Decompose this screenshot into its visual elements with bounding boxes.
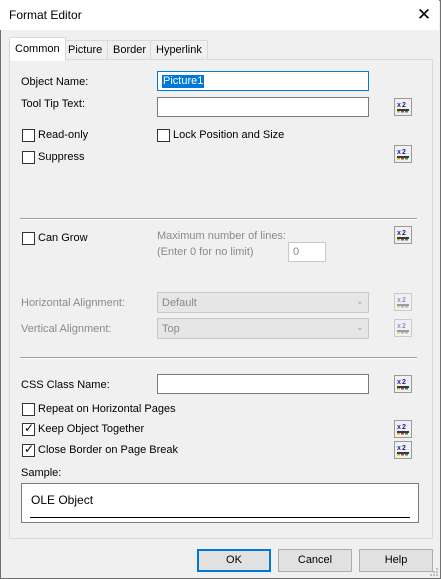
formula-x2-icon[interactable]: x2 [394, 98, 412, 116]
formula-x2-icon[interactable]: x2 [394, 441, 412, 459]
window-title: Format Editor [9, 8, 82, 22]
svg-text:x: x [397, 323, 401, 330]
sample-text: OLE Object [31, 493, 94, 507]
sample-label: Sample: [21, 467, 62, 479]
close-icon[interactable]: ✕ [409, 0, 439, 30]
tab-hyperlink[interactable]: Hyperlink [150, 40, 208, 60]
check-icon: ✓ [24, 421, 35, 435]
svg-text:x: x [397, 230, 401, 237]
formula-x2-icon: x2 [394, 319, 412, 337]
formula-x2-icon[interactable]: x2 [394, 375, 412, 393]
chevron-down-icon: ⌄ [355, 296, 364, 307]
ok-button-label: OK [226, 554, 242, 566]
max-lines-value: 0 [293, 246, 300, 258]
sample-preview: OLE Object [21, 483, 419, 523]
formula-x2-icon[interactable]: x2 [394, 226, 412, 244]
svg-text:x: x [397, 445, 401, 452]
h-align-value: Default [162, 297, 197, 309]
svg-text:2: 2 [402, 379, 406, 386]
tooltip-input[interactable] [157, 97, 369, 117]
lock-position-label: Lock Position and Size [173, 129, 285, 141]
repeat-label: Repeat on Horizontal Pages [38, 403, 176, 415]
can-grow-label: Can Grow [38, 232, 88, 244]
resize-grip-icon[interactable] [429, 567, 439, 577]
svg-text:x: x [397, 149, 401, 156]
svg-text:2: 2 [402, 230, 406, 237]
read-only-checkbox[interactable] [22, 129, 35, 142]
tab-picture-label: Picture [68, 44, 103, 56]
lock-position-checkbox[interactable] [157, 129, 170, 142]
svg-text:x: x [397, 102, 401, 109]
tab-border[interactable]: Border [107, 40, 153, 60]
css-class-label: CSS Class Name: [21, 379, 110, 391]
separator [20, 218, 417, 220]
svg-text:x: x [397, 379, 401, 386]
svg-text:2: 2 [402, 149, 406, 156]
tab-common-label: Common [15, 43, 60, 55]
svg-text:2: 2 [402, 102, 406, 109]
object-name-label: Object Name: [21, 76, 89, 88]
title-bar: Format Editor ✕ [0, 0, 439, 30]
v-align-select[interactable]: Top ⌄ [157, 318, 369, 339]
keep-together-label: Keep Object Together [38, 423, 145, 435]
check-icon: ✓ [24, 442, 35, 456]
object-name-value: Picture1 [162, 75, 205, 88]
help-button[interactable]: Help [359, 549, 433, 572]
max-lines-label: Maximum number of lines: [157, 230, 286, 242]
chevron-down-icon: ⌄ [355, 322, 364, 333]
close-border-label: Close Border on Page Break [38, 444, 179, 456]
repeat-checkbox[interactable] [22, 403, 35, 416]
tab-border-label: Border [113, 44, 147, 56]
svg-text:x: x [397, 297, 401, 304]
formula-x2-icon[interactable]: x2 [394, 420, 412, 438]
separator [20, 357, 417, 359]
max-lines-input[interactable]: 0 [288, 242, 326, 262]
v-align-label: Vertical Alignment: [21, 323, 112, 335]
suppress-label: Suppress [38, 151, 85, 163]
can-grow-checkbox[interactable] [22, 232, 35, 245]
formula-x2-icon: x2 [394, 293, 412, 311]
ok-button[interactable]: OK [197, 549, 271, 572]
cancel-button[interactable]: Cancel [278, 549, 352, 572]
svg-text:2: 2 [402, 424, 406, 431]
tooltip-label: Tool Tip Text: [21, 98, 85, 110]
svg-text:2: 2 [402, 297, 406, 304]
read-only-label: Read-only [38, 129, 89, 141]
h-align-select[interactable]: Default ⌄ [157, 292, 369, 313]
svg-text:2: 2 [402, 323, 406, 330]
close-border-checkbox[interactable]: ✓ [22, 442, 35, 457]
tab-picture[interactable]: Picture [62, 40, 109, 60]
v-align-value: Top [162, 323, 180, 335]
object-name-input[interactable]: Picture1 [157, 71, 369, 91]
svg-text:x: x [397, 424, 401, 431]
max-lines-hint: (Enter 0 for no limit) [157, 246, 254, 258]
sample-underline [30, 517, 410, 518]
tab-common[interactable]: Common [9, 37, 66, 61]
suppress-checkbox[interactable] [22, 151, 35, 164]
keep-together-checkbox[interactable]: ✓ [22, 421, 35, 436]
cancel-button-label: Cancel [297, 554, 333, 566]
svg-text:2: 2 [402, 445, 406, 452]
tab-hyperlink-label: Hyperlink [156, 44, 202, 56]
h-align-label: Horizontal Alignment: [21, 297, 125, 309]
formula-x2-icon[interactable]: x2 [394, 145, 412, 163]
css-class-input[interactable] [157, 374, 369, 394]
help-button-label: Help [384, 554, 408, 566]
